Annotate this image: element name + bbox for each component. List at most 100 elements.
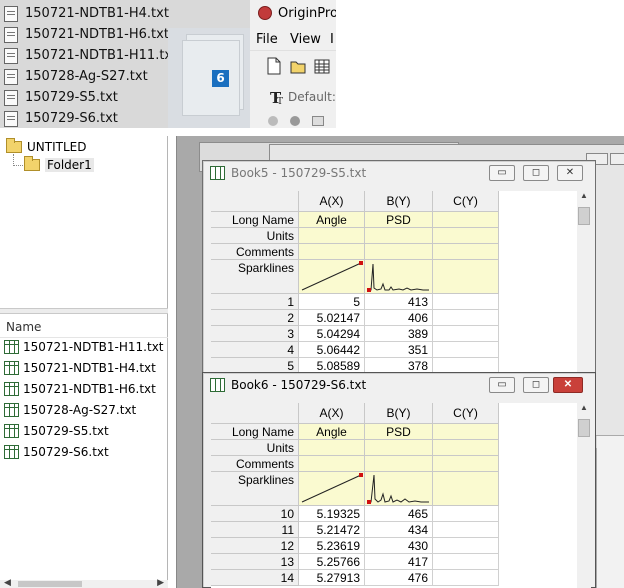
- row-number[interactable]: 13: [211, 554, 299, 570]
- sparkline-cell[interactable]: [433, 472, 499, 506]
- data-cell[interactable]: [433, 522, 499, 538]
- data-cell[interactable]: [433, 342, 499, 358]
- minimize-button[interactable]: ▭: [489, 165, 515, 181]
- sparkline-cell[interactable]: [299, 472, 365, 506]
- scroll-left-icon[interactable]: ◀: [4, 577, 11, 588]
- column-header[interactable]: A(X): [299, 191, 365, 212]
- tool-icon[interactable]: [290, 116, 300, 126]
- explorer-hscrollbar[interactable]: ◀ ▶: [0, 577, 168, 588]
- data-cell[interactable]: 5.27913: [299, 570, 365, 586]
- sparkline-cell[interactable]: [433, 260, 499, 294]
- row-label-comments[interactable]: Comments: [211, 244, 299, 260]
- data-cell[interactable]: 351: [365, 342, 433, 358]
- corner-cell[interactable]: [211, 191, 299, 212]
- window-titlebar[interactable]: Book6 - 150729-S6.txt ▭ ◻ ✕: [203, 373, 595, 397]
- data-cell[interactable]: 417: [365, 554, 433, 570]
- tree-folder1[interactable]: Folder1: [24, 156, 94, 172]
- column-header[interactable]: B(Y): [365, 403, 433, 424]
- row-label-sparklines[interactable]: Sparklines: [211, 472, 299, 506]
- data-cell[interactable]: 5.21472: [299, 522, 365, 538]
- worksheet-grid[interactable]: A(X) B(Y) C(Y) Long Name Angle PSD Units…: [211, 191, 579, 373]
- font-selector[interactable]: Default:: [288, 90, 336, 104]
- data-cell[interactable]: [433, 326, 499, 342]
- long-name-cell[interactable]: Angle: [299, 424, 365, 440]
- tool-icon[interactable]: [268, 116, 278, 126]
- close-button[interactable]: ✕: [553, 377, 583, 393]
- comments-cell[interactable]: [299, 244, 365, 260]
- units-cell[interactable]: [365, 228, 433, 244]
- sparkline-cell[interactable]: [365, 260, 433, 294]
- data-cell[interactable]: 378: [365, 358, 433, 373]
- explorer-splitter[interactable]: [0, 308, 168, 314]
- scroll-up-icon[interactable]: ▲: [580, 191, 588, 200]
- row-number[interactable]: 3: [211, 326, 299, 342]
- workbook-list-item[interactable]: 150728-Ag-S27.txt: [4, 403, 136, 417]
- sparkline-cell[interactable]: [299, 260, 365, 294]
- vertical-scrollbar[interactable]: ▲: [577, 191, 591, 373]
- data-cell[interactable]: 476: [365, 570, 433, 586]
- long-name-cell[interactable]: Angle: [299, 212, 365, 228]
- data-cell[interactable]: 465: [365, 506, 433, 522]
- row-number[interactable]: 1: [211, 294, 299, 310]
- long-name-cell[interactable]: PSD: [365, 212, 433, 228]
- comments-cell[interactable]: [365, 244, 433, 260]
- comments-cell[interactable]: [299, 456, 365, 472]
- data-cell[interactable]: [433, 554, 499, 570]
- vertical-scrollbar[interactable]: ▲: [577, 403, 591, 588]
- column-header[interactable]: C(Y): [433, 403, 499, 424]
- long-name-cell[interactable]: [433, 212, 499, 228]
- units-cell[interactable]: [299, 440, 365, 456]
- units-cell[interactable]: [433, 440, 499, 456]
- long-name-cell[interactable]: PSD: [365, 424, 433, 440]
- workbook-list-item[interactable]: 150721-NDTB1-H11.txt: [4, 340, 164, 354]
- scroll-thumb[interactable]: [18, 581, 82, 587]
- menu-file[interactable]: File: [256, 32, 278, 47]
- tool-icon[interactable]: [312, 116, 324, 126]
- workbook-window-book5[interactable]: Book5 - 150729-S5.txt ▭ ◻ ✕ A(X) B(Y) C(…: [202, 160, 596, 380]
- worksheet-grid[interactable]: A(X) B(Y) C(Y) Long Name Angle PSD Units…: [211, 403, 579, 588]
- list-column-header[interactable]: Name: [0, 316, 168, 338]
- data-cell[interactable]: 5.23619: [299, 538, 365, 554]
- data-cell[interactable]: 5.02147: [299, 310, 365, 326]
- row-number[interactable]: 12: [211, 538, 299, 554]
- column-header[interactable]: C(Y): [433, 191, 499, 212]
- restore-button[interactable]: ◻: [523, 377, 549, 393]
- row-number[interactable]: 5: [211, 358, 299, 373]
- workbook-list-item[interactable]: 150721-NDTB1-H6.txt: [4, 382, 156, 396]
- data-cell[interactable]: 5.08589: [299, 358, 365, 373]
- workbook-list-item[interactable]: 150721-NDTB1-H4.txt: [4, 361, 156, 375]
- row-label-long-name[interactable]: Long Name: [211, 212, 299, 228]
- menu-view[interactable]: View: [290, 32, 321, 47]
- data-cell[interactable]: [433, 294, 499, 310]
- units-cell[interactable]: [299, 228, 365, 244]
- workbook-list-item[interactable]: 150729-S5.txt: [4, 424, 109, 438]
- scroll-thumb[interactable]: [578, 419, 590, 437]
- column-header[interactable]: B(Y): [365, 191, 433, 212]
- new-file-icon[interactable]: [266, 57, 282, 75]
- units-cell[interactable]: [365, 440, 433, 456]
- workbook-window-book6[interactable]: Book6 - 150729-S6.txt ▭ ◻ ✕ A(X) B(Y) C(…: [202, 372, 596, 588]
- row-label-comments[interactable]: Comments: [211, 456, 299, 472]
- data-cell[interactable]: 5: [299, 294, 365, 310]
- data-cell[interactable]: [433, 358, 499, 373]
- corner-cell[interactable]: [211, 403, 299, 424]
- data-cell[interactable]: 5.19325: [299, 506, 365, 522]
- open-folder-icon[interactable]: [290, 57, 306, 75]
- sparkline-cell[interactable]: [365, 472, 433, 506]
- row-label-long-name[interactable]: Long Name: [211, 424, 299, 440]
- row-number[interactable]: 4: [211, 342, 299, 358]
- row-number[interactable]: 2: [211, 310, 299, 326]
- new-workbook-icon[interactable]: [314, 57, 330, 75]
- data-cell[interactable]: 5.25766: [299, 554, 365, 570]
- data-cell[interactable]: 413: [365, 294, 433, 310]
- long-name-cell[interactable]: [433, 424, 499, 440]
- restore-button[interactable]: ◻: [523, 165, 549, 181]
- data-cell[interactable]: 406: [365, 310, 433, 326]
- units-cell[interactable]: [433, 228, 499, 244]
- data-cell[interactable]: 430: [365, 538, 433, 554]
- scroll-right-icon[interactable]: ▶: [157, 577, 164, 588]
- menu-insert[interactable]: I: [330, 32, 334, 47]
- data-cell[interactable]: [433, 570, 499, 586]
- window-titlebar[interactable]: Book5 - 150729-S5.txt ▭ ◻ ✕: [203, 161, 595, 185]
- data-cell[interactable]: [433, 310, 499, 326]
